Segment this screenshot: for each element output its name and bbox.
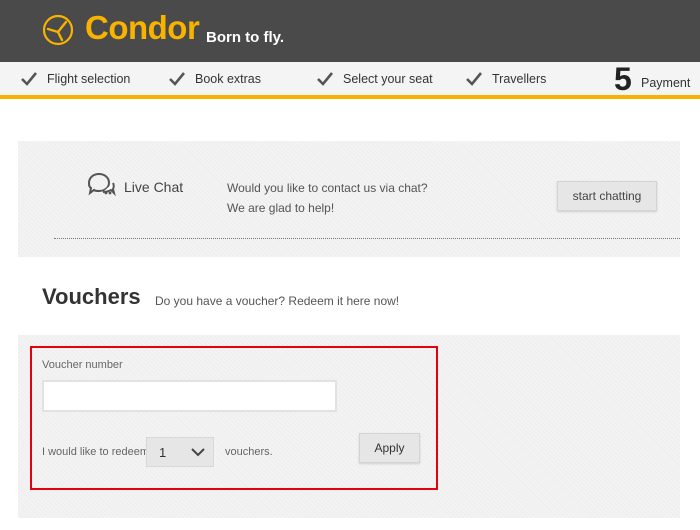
divider (54, 238, 680, 239)
step-label: Select your seat (343, 72, 433, 86)
apply-button[interactable]: Apply (359, 433, 420, 463)
step-select-seat[interactable]: Select your seat (316, 71, 433, 87)
step-flight-selection[interactable]: Flight selection (20, 71, 130, 87)
live-chat-title: Live Chat (124, 179, 184, 195)
site-header: Condor Born to fly. (0, 0, 700, 62)
chat-line-2: We are glad to help! (227, 201, 335, 215)
vouchers-subtitle: Do you have a voucher? Redeem it here no… (155, 294, 400, 308)
chat-bubbles-icon (87, 172, 116, 197)
check-icon (21, 72, 38, 86)
current-step-number: 5 (614, 61, 632, 97)
live-chat-description: Would you like to contact us via chat? W… (227, 178, 428, 218)
check-icon (317, 72, 334, 86)
step-travellers[interactable]: Travellers (465, 71, 546, 87)
redeem-prefix-label: I would like to redeem (42, 446, 149, 458)
booking-steps-bar: Flight selection Book extras Select your… (0, 62, 700, 99)
voucher-count-value: 1 (159, 445, 167, 460)
voucher-count-select[interactable]: 1 (146, 437, 214, 467)
step-label: Travellers (492, 72, 547, 86)
step-label: Book extras (195, 72, 262, 86)
step-label: Flight selection (47, 72, 131, 86)
voucher-number-input[interactable] (42, 380, 337, 412)
check-icon (169, 72, 186, 86)
live-chat-panel: Live Chat Would you like to contact us v… (18, 141, 680, 257)
vouchers-title: Vouchers (42, 284, 141, 309)
redeem-suffix-label: vouchers. (225, 446, 273, 458)
condor-logo-icon[interactable] (42, 14, 74, 46)
start-chatting-button[interactable]: start chatting (557, 181, 657, 211)
voucher-number-label: Voucher number (42, 359, 123, 371)
check-icon (466, 72, 483, 86)
brand-tagline: Born to fly. (206, 29, 285, 46)
step-book-extras[interactable]: Book extras (168, 71, 261, 87)
chat-line-1: Would you like to contact us via chat? (227, 181, 428, 195)
chevron-down-icon (191, 448, 205, 457)
step-payment: Payment (641, 76, 691, 90)
brand-logo-text[interactable]: Condor (85, 9, 200, 47)
